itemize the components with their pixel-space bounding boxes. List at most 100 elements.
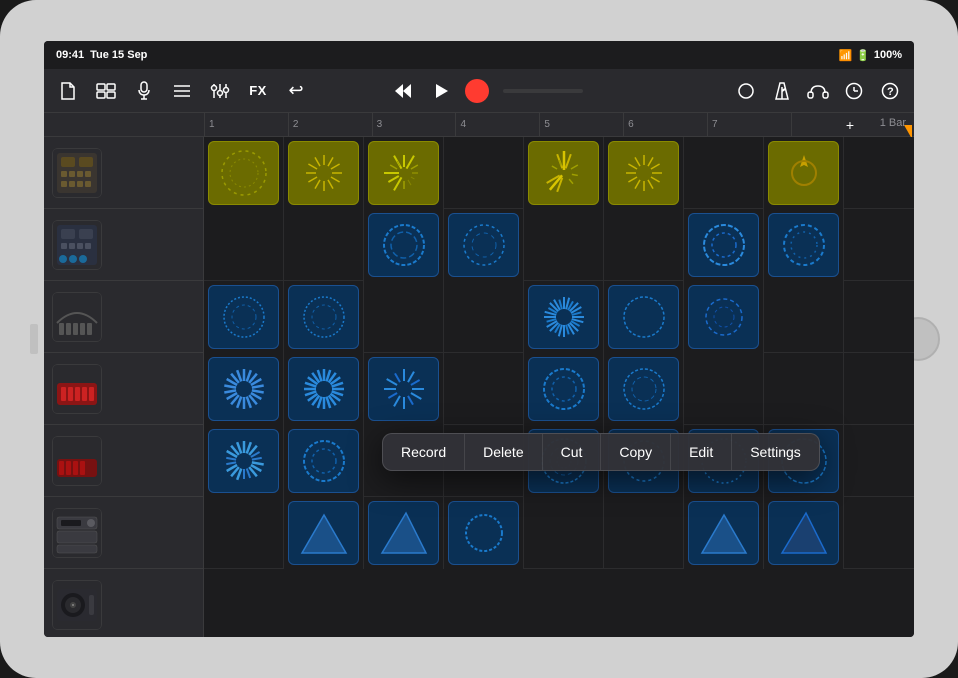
grid-cell-5-2[interactable] [284,425,364,497]
side-button[interactable] [30,324,38,354]
grid-cell-3-5a[interactable] [524,281,604,353]
track-5[interactable] [44,425,203,497]
clip-3-5a[interactable] [528,285,599,349]
grid-cell-2-5[interactable] [524,209,604,281]
clip-1-6[interactable] [608,141,679,205]
clip-1-1[interactable] [208,141,279,205]
tracks-list-button[interactable] [166,75,198,107]
grid-cell-2-1[interactable] [204,209,284,281]
grid-cell-2-8[interactable] [764,209,844,281]
track-4[interactable] [44,353,203,425]
grid-cell-1-5[interactable] [524,137,604,209]
grid-cell-1-2[interactable] [284,137,364,209]
grid-cell-4-5[interactable] [524,353,604,425]
grid-cell-6-5[interactable] [524,497,604,569]
context-menu-edit[interactable]: Edit [671,434,732,470]
track-2[interactable] [44,209,203,281]
headphones-button[interactable] [802,75,834,107]
tracks-button[interactable] [90,75,122,107]
clip-6-8[interactable] [768,501,839,565]
grid-cell-6-1[interactable] [204,497,284,569]
clip-5-2[interactable] [288,429,359,493]
clip-3-2[interactable] [288,285,359,349]
clip-6-4[interactable] [448,501,519,565]
clip-5-1[interactable] [208,429,279,493]
clip-4-6[interactable] [608,357,679,421]
grid-cell-3-8[interactable] [764,281,844,353]
clip-1-5[interactable] [528,141,599,205]
grid-cell-6-6[interactable] [604,497,684,569]
grid-cell-4-7[interactable] [684,353,764,425]
grid-cell-1-8[interactable] [764,137,844,209]
loop-button[interactable] [730,75,762,107]
rewind-button[interactable] [385,75,421,107]
playhead-slider[interactable] [503,89,583,93]
track-7[interactable] [44,569,203,637]
grid-cell-6-7[interactable] [684,497,764,569]
clip-3-1[interactable] [208,285,279,349]
clip-6-7[interactable] [688,501,759,565]
grid-cell-3-2[interactable] [284,281,364,353]
grid-cell-4-8[interactable] [764,353,844,425]
clip-4-3[interactable] [368,357,439,421]
clip-1-3[interactable] [368,141,439,205]
grid-cell-1-6[interactable] [604,137,684,209]
grid-cell-6-2[interactable] [284,497,364,569]
new-file-button[interactable] [52,75,84,107]
grid-cell-4-2[interactable] [284,353,364,425]
context-menu-cut[interactable]: Cut [543,434,602,470]
grid-cell-4-1[interactable] [204,353,284,425]
grid-cell-4-3[interactable] [364,353,444,425]
track-1[interactable] [44,137,203,209]
context-menu-copy[interactable]: Copy [601,434,671,470]
grid-cell-6-9[interactable] [844,497,914,569]
grid-cell-2-6[interactable] [604,209,684,281]
grid-cell-3-3[interactable] [364,281,444,353]
fx-button[interactable]: FX [242,75,274,107]
clip-2-3[interactable] [368,213,439,277]
clip-2-4[interactable] [448,213,519,277]
undo-button[interactable]: ↩ [280,75,312,107]
help-button[interactable]: ? [874,75,906,107]
grid-cell-1-1[interactable] [204,137,284,209]
clip-1-8[interactable] [768,141,839,205]
grid-cell-6-8[interactable] [764,497,844,569]
track-3[interactable] [44,281,203,353]
grid-cell-2-4[interactable] [444,209,524,281]
play-button[interactable] [423,75,459,107]
clip-6-3[interactable] [368,501,439,565]
clip-4-2[interactable] [288,357,359,421]
grid-cell-6-4[interactable] [444,497,524,569]
mixer-button[interactable] [204,75,236,107]
grid-cell-1-7[interactable] [684,137,764,209]
grid-cell-1-3[interactable] [364,137,444,209]
clip-1-2[interactable] [288,141,359,205]
clip-4-1[interactable] [208,357,279,421]
grid-cell-3-7[interactable] [684,281,764,353]
grid-cell-3-6[interactable] [604,281,684,353]
grid-cell-4-4[interactable] [444,353,524,425]
grid-cell-1-4[interactable] [444,137,524,209]
context-menu-delete[interactable]: Delete [465,434,542,470]
track-6[interactable] [44,497,203,569]
clip-2-7[interactable] [688,213,759,277]
clip-4-5[interactable] [528,357,599,421]
context-menu-record[interactable]: Record [383,434,465,470]
grid-cell-6-3[interactable] [364,497,444,569]
clip-2-8[interactable] [768,213,839,277]
record-button[interactable] [465,79,489,103]
grid-cell-5-1[interactable] [204,425,284,497]
clock-button[interactable] [838,75,870,107]
mic-button[interactable] [128,75,160,107]
clip-3-6[interactable] [608,285,679,349]
add-track-button[interactable]: + [846,117,854,133]
clip-6-2[interactable] [288,501,359,565]
grid-cell-2-2[interactable] [284,209,364,281]
metronome-button[interactable] [766,75,798,107]
clip-3-7[interactable] [688,285,759,349]
grid-cell-3-4[interactable] [444,281,524,353]
context-menu-settings[interactable]: Settings [732,434,819,470]
grid-cell-4-6[interactable] [604,353,684,425]
grid-cell-2-7[interactable] [684,209,764,281]
grid-cell-2-3[interactable] [364,209,444,281]
